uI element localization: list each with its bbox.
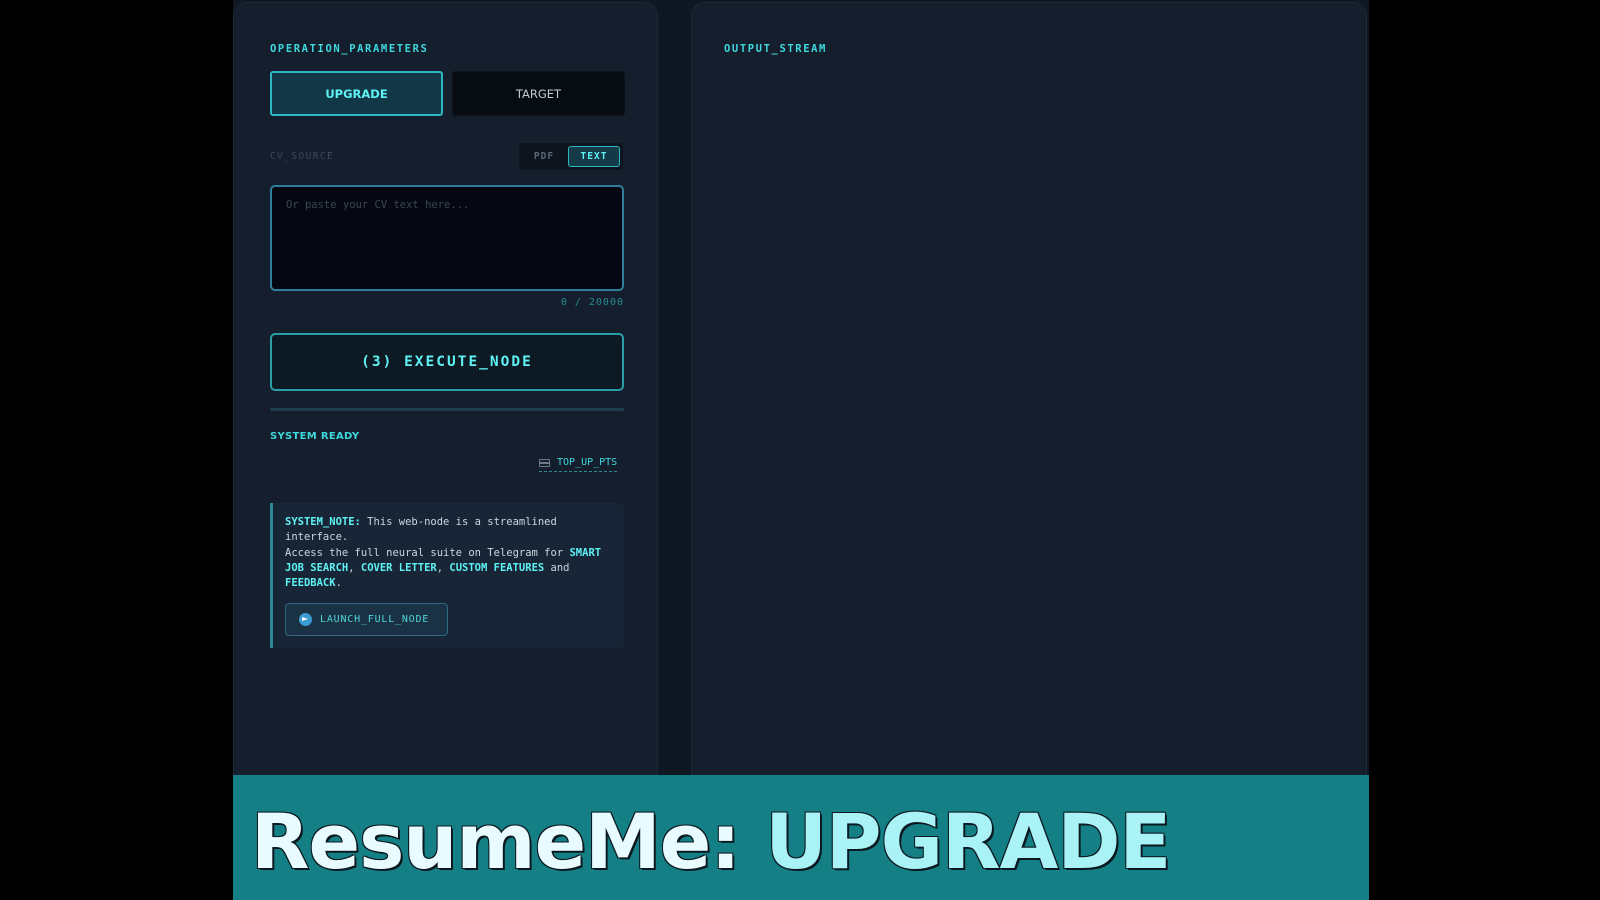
cv-source-toggle: PDF TEXT	[519, 143, 623, 170]
output-stream-panel: OUTPUT_STREAM	[691, 2, 1367, 900]
feature-cover-letter: COVER LETTER	[360, 561, 437, 574]
section-title-parameters: OPERATION_PARAMETERS	[270, 43, 429, 55]
note-and: and	[544, 561, 570, 574]
cv-text-input[interactable]	[270, 185, 624, 291]
caption-text: ResumeMe: UPGRADE	[251, 797, 1171, 886]
top-up-label: TOP_UP_PTS	[557, 457, 618, 468]
system-note-text: SYSTEM_NOTE: This web-node is a streamli…	[285, 515, 612, 591]
feature-custom-features: CUSTOM FEATURES	[449, 561, 545, 574]
operation-parameters-panel: OPERATION_PARAMETERS UPGRADE TARGET CV_S…	[233, 2, 658, 900]
app-window: OPERATION_PARAMETERS UPGRADE TARGET CV_S…	[233, 0, 1369, 900]
section-title-output: OUTPUT_STREAM	[724, 43, 827, 55]
telegram-icon	[299, 613, 312, 627]
top-up-points-link[interactable]: TOP_UP_PTS	[539, 457, 618, 472]
note-separator: ,	[348, 561, 361, 574]
note-prefix: SYSTEM_NOTE:	[285, 516, 361, 528]
status-text: SYSTEM READY	[270, 431, 360, 442]
target-mode-button[interactable]: TARGET	[452, 71, 625, 116]
char-counter: 0 / 20000	[560, 297, 624, 308]
caption-banner: ResumeMe: UPGRADE	[233, 775, 1369, 900]
execute-node-button[interactable]: (3) EXECUTE_NODE	[270, 333, 624, 391]
caption-brand: ResumeMe:	[251, 797, 741, 886]
launch-full-node-button[interactable]: LAUNCH_FULL_NODE	[285, 603, 448, 637]
cv-source-label: CV_SOURCE	[270, 151, 335, 162]
note-end: .	[335, 577, 342, 590]
pdf-source-option[interactable]: PDF	[523, 146, 565, 167]
caption-mode: UPGRADE	[765, 797, 1171, 886]
progress-bar	[270, 408, 624, 411]
launch-label: LAUNCH_FULL_NODE	[320, 614, 430, 626]
note-separator: ,	[436, 561, 450, 574]
system-note-box: SYSTEM_NOTE: This web-node is a streamli…	[270, 503, 624, 648]
text-source-option[interactable]: TEXT	[568, 146, 620, 167]
progress-bar-fill	[270, 408, 624, 411]
credit-card-icon	[539, 458, 550, 467]
feature-feedback: FEEDBACK	[285, 577, 336, 590]
upgrade-mode-button[interactable]: UPGRADE	[270, 71, 443, 116]
note-line-2: Access the full neural suite on Telegram…	[285, 546, 570, 559]
